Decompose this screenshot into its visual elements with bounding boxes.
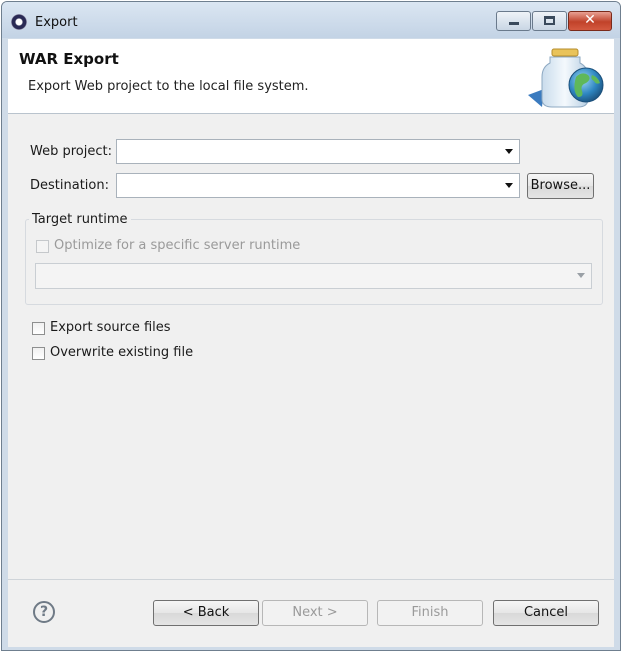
finish-button[interactable]: Finish bbox=[377, 600, 483, 626]
window-title: Export bbox=[35, 15, 78, 30]
back-button[interactable]: < Back bbox=[153, 600, 259, 626]
minimize-button[interactable] bbox=[496, 11, 531, 31]
minimize-icon bbox=[509, 22, 519, 25]
export-source-checkbox[interactable] bbox=[32, 322, 45, 335]
help-icon[interactable]: ? bbox=[33, 601, 55, 623]
destination-combo[interactable] bbox=[116, 173, 520, 198]
button-bar: ? < Back Next > Finish Cancel bbox=[8, 579, 614, 647]
chevron-down-icon bbox=[505, 149, 513, 154]
wizard-banner: WAR Export Export Web project to the loc… bbox=[8, 39, 614, 113]
overwrite-existing-label: Overwrite existing file bbox=[50, 345, 194, 360]
destination-label: Destination: bbox=[30, 178, 109, 193]
next-button[interactable]: Next > bbox=[262, 600, 368, 626]
wizard-description: Export Web project to the local file sys… bbox=[28, 79, 309, 94]
close-button[interactable]: ✕ bbox=[568, 11, 612, 31]
chevron-down-icon bbox=[505, 183, 513, 188]
chevron-down-icon bbox=[577, 273, 585, 278]
browse-button[interactable]: Browse... bbox=[527, 173, 594, 199]
web-project-combo[interactable] bbox=[116, 139, 520, 164]
optimize-runtime-checkbox[interactable] bbox=[36, 240, 49, 253]
export-dialog: Export ✕ WAR Export Export Web project t… bbox=[1, 1, 621, 651]
wizard-title: WAR Export bbox=[19, 50, 119, 68]
web-project-label: Web project: bbox=[30, 144, 112, 159]
maximize-button[interactable] bbox=[532, 11, 567, 31]
cancel-button[interactable]: Cancel bbox=[493, 600, 599, 626]
target-runtime-title: Target runtime bbox=[29, 212, 131, 227]
title-bar[interactable]: Export ✕ bbox=[2, 2, 620, 38]
maximize-icon bbox=[544, 16, 555, 25]
export-source-label: Export source files bbox=[50, 320, 171, 335]
server-runtime-combo[interactable] bbox=[35, 263, 592, 289]
overwrite-existing-checkbox[interactable] bbox=[32, 347, 45, 360]
close-icon: ✕ bbox=[584, 12, 596, 28]
wizard-page: Web project: Destination: Browse... Targ… bbox=[8, 113, 614, 579]
jar-globe-icon bbox=[528, 48, 604, 108]
eclipse-app-icon bbox=[11, 14, 27, 30]
target-runtime-group bbox=[25, 219, 603, 305]
optimize-runtime-label: Optimize for a specific server runtime bbox=[54, 238, 301, 253]
